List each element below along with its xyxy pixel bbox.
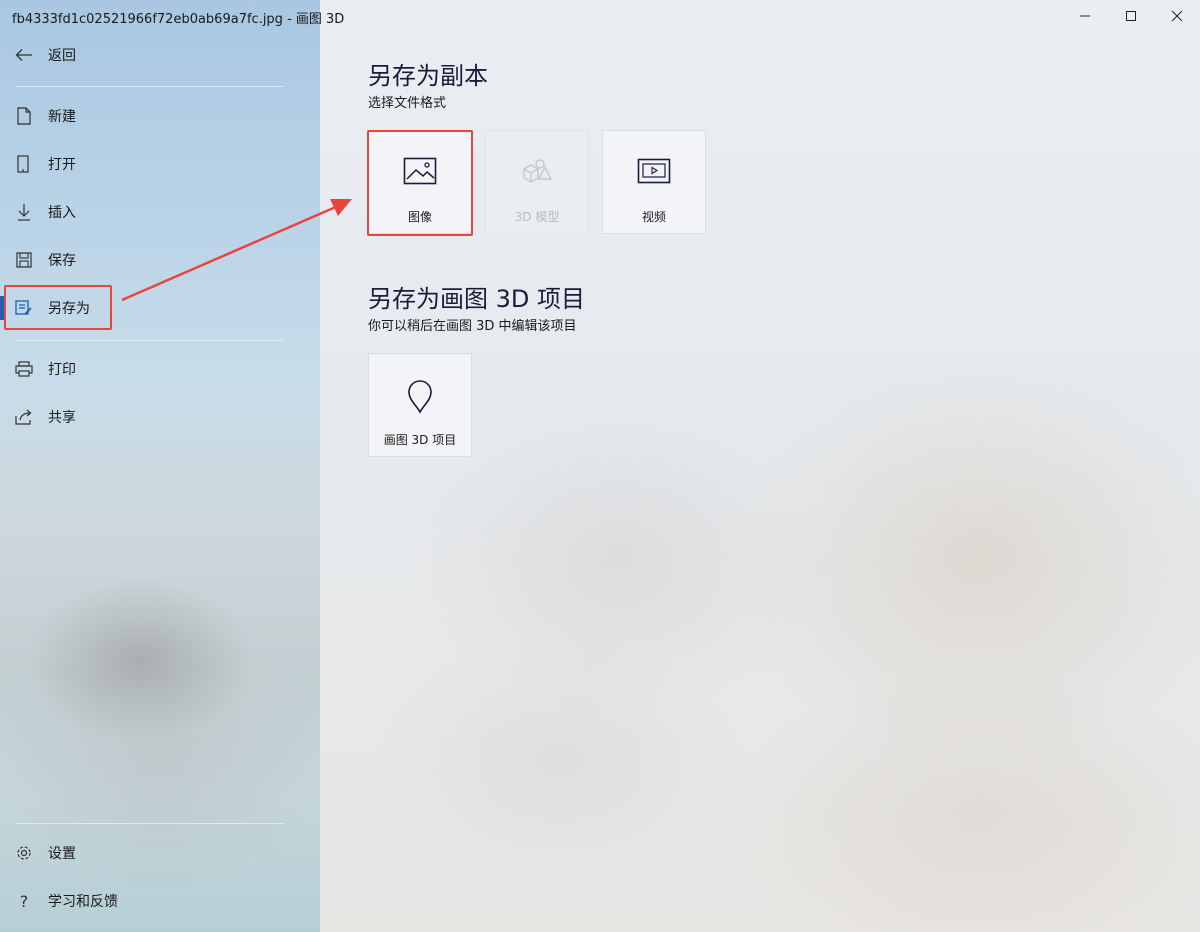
sidebar-divider <box>16 340 284 341</box>
share-icon <box>14 407 34 427</box>
sidebar-item-label: 学习和反馈 <box>48 894 118 910</box>
tile-label: 画图 3D 项目 <box>383 433 457 447</box>
sidebar <box>0 0 320 932</box>
insert-icon <box>14 202 34 222</box>
sidebar-item-new[interactable]: 新建 <box>0 96 320 136</box>
project-section-title: 另存为画图 3D 项目 <box>368 285 586 313</box>
format-tile-3d-model: 3D 模型 <box>485 130 589 234</box>
sidebar-item-share[interactable]: 共享 <box>0 397 320 437</box>
help-icon: ? <box>19 891 29 911</box>
3d-model-icon <box>486 157 588 191</box>
back-label: 返回 <box>48 48 76 64</box>
minimize-button[interactable] <box>1062 0 1108 32</box>
format-tile-video[interactable]: 视频 <box>602 130 706 234</box>
video-icon <box>603 157 705 191</box>
paint3d-project-icon <box>369 380 471 414</box>
new-file-icon <box>14 106 34 126</box>
sidebar-item-label: 保存 <box>48 253 76 269</box>
sidebar-item-label: 打印 <box>48 362 76 378</box>
maximize-icon <box>1126 11 1136 21</box>
sidebar-item-open[interactable]: 打开 <box>0 144 320 184</box>
copy-section-subtitle: 选择文件格式 <box>368 96 447 111</box>
save-icon <box>14 250 34 270</box>
sidebar-divider <box>16 823 284 824</box>
open-icon <box>14 154 34 174</box>
project-section-subtitle: 你可以稍后在画图 3D 中编辑该项目 <box>368 319 577 334</box>
sidebar-item-label: 插入 <box>48 205 76 221</box>
close-button[interactable] <box>1154 0 1200 32</box>
tile-label: 视频 <box>641 210 666 224</box>
image-tile-callout <box>367 130 473 236</box>
sidebar-item-label: 新建 <box>48 109 76 125</box>
window-title: fb4333fd1c02521966f72eb0ab69a7fc.jpg - 画… <box>12 12 345 27</box>
sidebar-item-help[interactable]: ? 学习和反馈 <box>0 881 320 921</box>
sidebar-item-print[interactable]: 打印 <box>0 349 320 389</box>
back-button[interactable]: 返回 <box>0 35 320 75</box>
back-arrow-icon <box>14 45 34 65</box>
close-icon <box>1171 10 1183 22</box>
format-tile-paint3d-project[interactable]: 画图 3D 项目 <box>368 353 472 457</box>
minimize-icon <box>1080 15 1090 17</box>
sidebar-item-insert[interactable]: 插入 <box>0 192 320 232</box>
sidebar-item-label: 打开 <box>48 157 76 173</box>
sidebar-divider <box>16 86 284 87</box>
copy-section-title: 另存为副本 <box>368 62 488 90</box>
maximize-button[interactable] <box>1108 0 1154 32</box>
sidebar-item-label: 设置 <box>48 846 76 862</box>
print-icon <box>14 359 34 379</box>
sidebar-item-save[interactable]: 保存 <box>0 240 320 280</box>
tile-label: 3D 模型 <box>514 210 560 224</box>
sidebar-item-label: 共享 <box>48 410 76 426</box>
gear-icon <box>14 843 34 863</box>
save-as-callout <box>4 285 112 330</box>
sidebar-item-settings[interactable]: 设置 <box>0 833 320 873</box>
